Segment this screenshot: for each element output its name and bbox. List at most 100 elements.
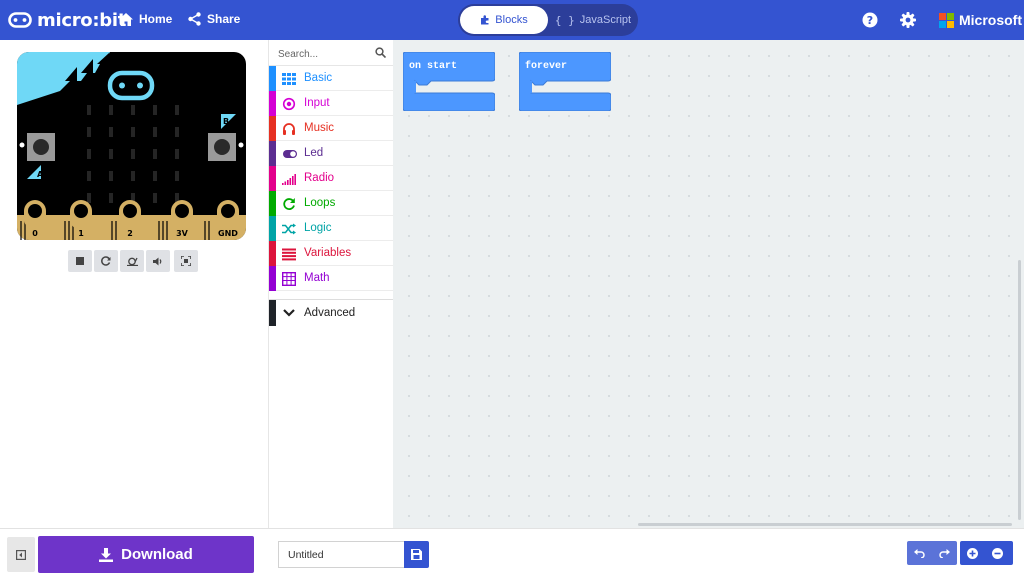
search-input[interactable] xyxy=(278,47,368,61)
toolbox-search xyxy=(269,40,393,66)
category-advanced[interactable]: Advanced xyxy=(269,299,393,326)
microsoft-squares-icon xyxy=(939,12,954,28)
microbit-board[interactable]: A B 0 1 2 3V GND xyxy=(15,51,247,241)
help-icon[interactable]: ? xyxy=(861,11,879,29)
simulator-toolbar xyxy=(68,250,200,272)
share-label: Share xyxy=(207,12,241,26)
category-led[interactable]: Led xyxy=(269,141,393,166)
category-color-bar xyxy=(269,191,276,216)
toggle-icon xyxy=(283,150,297,158)
slow-mode-button[interactable] xyxy=(120,250,144,272)
category-label: Music xyxy=(304,122,335,134)
zoom-group xyxy=(960,541,1013,565)
home-label: Home xyxy=(139,12,173,26)
advanced-label: Advanced xyxy=(304,307,356,319)
home-icon xyxy=(119,12,133,26)
undo-button[interactable] xyxy=(907,541,932,565)
editor-toolbar: Download xyxy=(0,528,1024,576)
category-music[interactable]: Music xyxy=(269,116,393,141)
simulator-panel: A B 0 1 2 3V GND xyxy=(0,40,268,528)
category-color-bar xyxy=(269,266,276,291)
zoom-out-icon xyxy=(992,547,1003,559)
category-label: Basic xyxy=(304,72,333,84)
category-label: Logic xyxy=(304,222,332,234)
stop-icon xyxy=(76,257,84,265)
redo-button[interactable] xyxy=(932,541,957,565)
category-label: Variables xyxy=(304,247,352,259)
lines-icon xyxy=(282,248,296,261)
forever-block[interactable]: forever xyxy=(518,51,612,112)
fullscreen-icon xyxy=(181,256,191,266)
category-basic[interactable]: Basic xyxy=(269,66,393,91)
javascript-tab[interactable]: { } JavaScript xyxy=(550,6,636,34)
category-loops[interactable]: Loops xyxy=(269,191,393,216)
save-icon xyxy=(411,549,422,560)
category-color-bar xyxy=(269,166,276,191)
fullscreen-button[interactable] xyxy=(174,250,198,272)
collapse-simulator-button[interactable] xyxy=(7,537,35,572)
share-button[interactable]: Share xyxy=(188,12,240,26)
signal-icon xyxy=(282,174,296,185)
share-icon xyxy=(188,12,201,26)
vertical-scrollbar[interactable] xyxy=(1018,260,1021,520)
headphones-icon xyxy=(283,123,295,135)
redo-icon xyxy=(939,548,950,558)
button-a-label: A xyxy=(37,170,44,179)
category-color-bar xyxy=(269,141,276,166)
microsoft-label: Microsoft xyxy=(959,12,1022,28)
microbit-logo[interactable]: micro:bit xyxy=(8,9,126,31)
svg-text:?: ? xyxy=(867,14,873,27)
logo-text: micro:bit xyxy=(37,9,126,31)
category-color-bar xyxy=(269,300,276,326)
block-label: on start xyxy=(409,61,458,72)
undo-redo-group xyxy=(907,541,957,565)
blocks-label: Blocks xyxy=(495,14,528,26)
category-input[interactable]: Input xyxy=(269,91,393,116)
project-name-input[interactable] xyxy=(278,541,404,568)
microbit-logo-icon xyxy=(8,12,32,28)
calculator-icon xyxy=(282,272,296,286)
stop-button[interactable] xyxy=(68,250,92,272)
toolbox: Basic Input Music Led Radio Loops xyxy=(268,40,393,528)
snail-icon xyxy=(126,257,138,266)
download-button[interactable]: Download xyxy=(38,536,254,573)
category-label: Input xyxy=(304,97,330,109)
horizontal-scrollbar[interactable] xyxy=(638,523,1012,526)
category-variables[interactable]: Variables xyxy=(269,241,393,266)
blocks-tab[interactable]: Blocks xyxy=(460,6,548,34)
shuffle-icon xyxy=(282,223,296,235)
category-color-bar xyxy=(269,91,276,116)
puzzle-icon xyxy=(481,15,489,25)
settings-gear-icon[interactable] xyxy=(899,11,917,29)
zoom-in-icon xyxy=(967,547,978,559)
category-label: Led xyxy=(304,147,324,159)
pin-label: 3V xyxy=(176,229,189,238)
download-label: Download xyxy=(121,546,193,563)
category-color-bar xyxy=(269,241,276,266)
button-b-label: B xyxy=(223,117,229,126)
chevron-down-icon xyxy=(283,309,295,317)
download-icon xyxy=(99,547,114,562)
category-color-bar xyxy=(269,116,276,141)
category-label: Loops xyxy=(304,197,336,209)
category-color-bar xyxy=(269,216,276,241)
undo-icon xyxy=(914,548,925,558)
category-radio[interactable]: Radio xyxy=(269,166,393,191)
search-icon[interactable] xyxy=(375,47,386,58)
save-button[interactable] xyxy=(404,541,429,568)
category-logic[interactable]: Logic xyxy=(269,216,393,241)
target-icon xyxy=(282,97,296,111)
pin-label: 1 xyxy=(78,229,84,238)
restart-button[interactable] xyxy=(94,250,118,272)
blocks-workspace[interactable]: on start forever xyxy=(393,40,1024,528)
home-button[interactable]: Home xyxy=(119,12,172,26)
zoom-in-button[interactable] xyxy=(960,541,985,565)
zoom-out-button[interactable] xyxy=(985,541,1010,565)
refresh-icon xyxy=(101,256,111,266)
speaker-icon xyxy=(153,257,162,265)
on-start-block[interactable]: on start xyxy=(402,51,496,112)
refresh-icon xyxy=(283,198,295,210)
microsoft-logo[interactable]: Microsoft xyxy=(939,12,1022,28)
sound-button[interactable] xyxy=(146,250,170,272)
category-math[interactable]: Math xyxy=(269,266,393,291)
